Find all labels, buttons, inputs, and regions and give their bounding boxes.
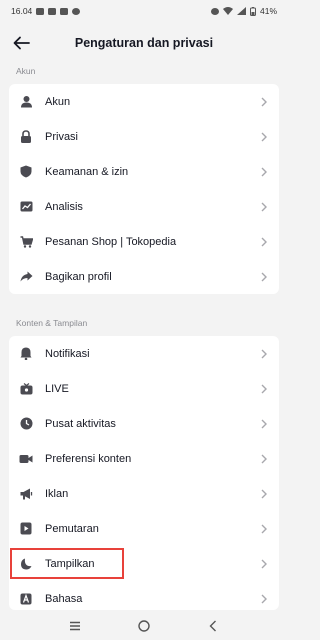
menu-label: Privasi bbox=[45, 130, 79, 143]
chevron-right-icon bbox=[260, 384, 268, 394]
status-left: 16.04 bbox=[11, 6, 81, 16]
chevron-right-icon bbox=[260, 272, 268, 282]
youtube-icon bbox=[48, 7, 57, 15]
moon-icon bbox=[19, 557, 33, 571]
mute-icon bbox=[210, 7, 219, 15]
video-icon bbox=[19, 452, 33, 466]
chevron-right-icon bbox=[260, 202, 268, 212]
page-title: Pengaturan dan privasi bbox=[74, 36, 214, 50]
menu-label: Pemutaran bbox=[45, 522, 99, 535]
chevron-right-icon bbox=[260, 524, 268, 534]
chevron-right-icon bbox=[260, 167, 268, 177]
menu-item-bahasa[interactable]: Bahasa bbox=[9, 581, 279, 610]
chevron-right-icon bbox=[260, 594, 268, 604]
bell-icon bbox=[19, 347, 33, 361]
clock-icon bbox=[19, 417, 33, 431]
menu-item-preferensi-konten[interactable]: Preferensi konten bbox=[9, 441, 279, 476]
cart-icon bbox=[19, 235, 33, 249]
menu-label: Analisis bbox=[45, 200, 83, 213]
chevron-left-icon bbox=[209, 620, 217, 632]
chart-icon bbox=[19, 200, 33, 214]
message-icon bbox=[60, 7, 69, 15]
menu-item-live[interactable]: LIVE bbox=[9, 371, 279, 406]
share-icon bbox=[19, 270, 33, 284]
menu-label: Preferensi konten bbox=[45, 452, 132, 465]
menu-label: LIVE bbox=[45, 382, 69, 395]
gallery-icon bbox=[36, 7, 45, 15]
back-nav-button[interactable] bbox=[203, 616, 223, 636]
circle-icon bbox=[138, 620, 150, 632]
section-label-akun: Akun bbox=[16, 66, 36, 76]
menu-item-pemutaran[interactable]: Pemutaran bbox=[9, 511, 279, 546]
menu-item-notifikasi[interactable]: Notifikasi bbox=[9, 336, 279, 371]
menu-label: Iklan bbox=[45, 487, 69, 500]
section-label-konten: Konten & Tampilan bbox=[16, 318, 88, 328]
person-icon bbox=[19, 95, 33, 109]
app-icon bbox=[72, 7, 81, 15]
menu-label: Tampilkan bbox=[45, 557, 95, 570]
menu-item-iklan[interactable]: Iklan bbox=[9, 476, 279, 511]
live-icon bbox=[19, 382, 33, 396]
chevron-right-icon bbox=[260, 237, 268, 247]
chevron-right-icon bbox=[260, 349, 268, 359]
status-right: 41% bbox=[210, 6, 277, 16]
menu-item-akun[interactable]: Akun bbox=[9, 84, 279, 119]
wifi-icon bbox=[222, 7, 233, 15]
menu-label: Keamanan & izin bbox=[45, 165, 129, 178]
home-button[interactable] bbox=[134, 616, 154, 636]
recent-apps-button[interactable] bbox=[65, 616, 85, 636]
menu-label: Akun bbox=[45, 95, 71, 108]
shield-icon bbox=[19, 165, 33, 179]
menu-item-tampilkan[interactable]: Tampilkan bbox=[9, 546, 279, 581]
status-time: 16.04 bbox=[11, 6, 33, 16]
content-card: Notifikasi LIVE Pusat aktivitas Preferen… bbox=[9, 336, 279, 610]
signal-icon bbox=[236, 7, 246, 15]
menu-item-bagikan-profil[interactable]: Bagikan profil bbox=[9, 259, 279, 294]
menu-lines-icon bbox=[69, 621, 80, 631]
arrow-left-icon bbox=[13, 36, 30, 50]
chevron-right-icon bbox=[260, 489, 268, 499]
menu-label: Bahasa bbox=[45, 592, 83, 605]
back-button[interactable] bbox=[9, 31, 33, 55]
menu-label: Pesanan Shop | Tokopedia bbox=[45, 235, 177, 248]
status-bar: 16.04 41% bbox=[0, 0, 288, 22]
chevron-right-icon bbox=[260, 559, 268, 569]
menu-item-analisis[interactable]: Analisis bbox=[9, 189, 279, 224]
header: Pengaturan dan privasi bbox=[0, 26, 288, 60]
menu-item-privasi[interactable]: Privasi bbox=[9, 119, 279, 154]
chevron-right-icon bbox=[260, 454, 268, 464]
chevron-right-icon bbox=[260, 419, 268, 429]
menu-label: Bagikan profil bbox=[45, 270, 112, 283]
lock-icon bbox=[19, 130, 33, 144]
menu-label: Notifikasi bbox=[45, 347, 90, 360]
system-nav-bar bbox=[0, 612, 288, 640]
language-icon bbox=[19, 592, 33, 606]
chevron-right-icon bbox=[260, 132, 268, 142]
menu-label: Pusat aktivitas bbox=[45, 417, 116, 430]
battery-level: 41% bbox=[259, 6, 277, 16]
play-icon bbox=[19, 522, 33, 536]
menu-item-keamanan[interactable]: Keamanan & izin bbox=[9, 154, 279, 189]
megaphone-icon bbox=[19, 487, 33, 501]
menu-item-pusat-aktivitas[interactable]: Pusat aktivitas bbox=[9, 406, 279, 441]
chevron-right-icon bbox=[260, 97, 268, 107]
menu-item-pesanan-shop[interactable]: Pesanan Shop | Tokopedia bbox=[9, 224, 279, 259]
battery-icon bbox=[249, 6, 256, 16]
account-card: Akun Privasi Keamanan & izin Analisis Pe… bbox=[9, 84, 279, 294]
